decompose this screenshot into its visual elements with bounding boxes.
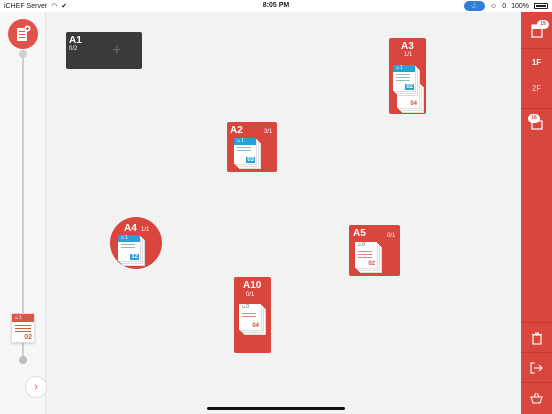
order-ticket[interactable]: ☺1 12 <box>118 235 140 261</box>
server-icon: ⚓ <box>470 3 479 9</box>
order-ticket[interactable]: ☺1 03 <box>234 138 256 164</box>
people-count: 0 <box>502 2 507 10</box>
pending-order-ticket[interactable]: ☺1 02 <box>11 313 35 343</box>
order-ticket[interactable]: ☺0 02 <box>355 242 377 268</box>
table-a3[interactable]: A3 1/1 04 ☺1 02 <box>389 38 426 114</box>
ticket-number: 04 <box>252 323 259 329</box>
delete-button[interactable] <box>521 332 552 347</box>
ticket-number: 02 <box>405 84 414 90</box>
table-occupancy: 3/1 <box>264 129 273 135</box>
basket-icon <box>530 392 543 404</box>
order-timeline-rail: ☺1 02 › <box>0 12 47 414</box>
table-name: A5 <box>353 228 366 239</box>
battery-icon <box>534 3 548 9</box>
table-a4[interactable]: A4 1/1 ☺1 12 <box>110 217 162 269</box>
table-name: A4 <box>124 223 137 234</box>
exit-icon <box>530 362 543 374</box>
pending-ticket-number: 02 <box>24 334 32 341</box>
table-a2[interactable]: A2 3/1 ☺1 03 <box>227 122 277 172</box>
expand-rail-button[interactable]: › <box>25 376 47 398</box>
orders-badge: 19 <box>537 20 549 29</box>
status-bar: iCHEF Server ◠ ✔ 8:05 PM ⚓ ☺ 0 100% <box>0 0 552 12</box>
add-order-icon: + <box>112 42 122 59</box>
ticket-number: 03 <box>246 157 255 163</box>
table-occupancy: 0/2 <box>69 46 78 52</box>
pending-ticket-guests: 1 <box>19 315 22 321</box>
ticket-number: 04 <box>410 101 417 107</box>
basket-button[interactable] <box>521 392 552 406</box>
ticket-guests: 1 <box>400 65 403 71</box>
ticket-number: 12 <box>130 254 139 260</box>
table-name: A1 <box>69 35 82 46</box>
takeout-badge: 16 <box>528 114 540 123</box>
new-order-icon <box>17 25 31 41</box>
table-occupancy: 0/1 <box>246 292 255 298</box>
floor-tab-2f[interactable]: 2F <box>521 84 552 93</box>
server-pill[interactable]: ⚓ <box>463 1 486 11</box>
trash-icon <box>531 332 542 345</box>
ticket-number: 02 <box>368 261 375 267</box>
timeline-line <box>22 52 24 357</box>
new-order-button[interactable] <box>8 19 38 49</box>
floor-tab-1f[interactable]: 1F <box>521 58 552 67</box>
table-name: A10 <box>243 280 262 291</box>
order-ticket[interactable]: ☺0 04 <box>239 304 261 330</box>
ticket-guests: 0 <box>246 304 249 310</box>
table-occupancy: 1/1 <box>404 52 413 58</box>
floor-plan: A1 0/2 + A3 1/1 04 ☺1 02 A2 3/1 ☺1 03 A4… <box>47 12 521 414</box>
timeline-end-dot <box>19 356 27 364</box>
battery-percent: 100% <box>511 2 529 10</box>
table-a10[interactable]: A10 0/1 ☺0 04 <box>234 277 271 353</box>
chevron-right-icon: › <box>34 381 38 393</box>
ticket-guests: 1 <box>241 138 244 144</box>
table-occupancy: 0/1 <box>387 233 396 239</box>
table-a1[interactable]: A1 0/2 + <box>66 32 142 69</box>
table-name: A3 <box>401 41 414 52</box>
ticket-guests: 0 <box>362 242 365 248</box>
people-icon: ☺ <box>490 2 498 10</box>
home-indicator[interactable] <box>207 407 345 410</box>
order-ticket[interactable]: ☺1 02 <box>393 65 415 91</box>
table-a5[interactable]: A5 0/1 ☺0 02 <box>349 225 400 276</box>
table-occupancy: 1/1 <box>141 227 150 233</box>
exit-button[interactable] <box>521 362 552 376</box>
table-name: A2 <box>230 125 243 136</box>
ticket-guests: 1 <box>125 235 128 241</box>
right-toolbar: 19 1F 2F 16 <box>521 12 552 414</box>
